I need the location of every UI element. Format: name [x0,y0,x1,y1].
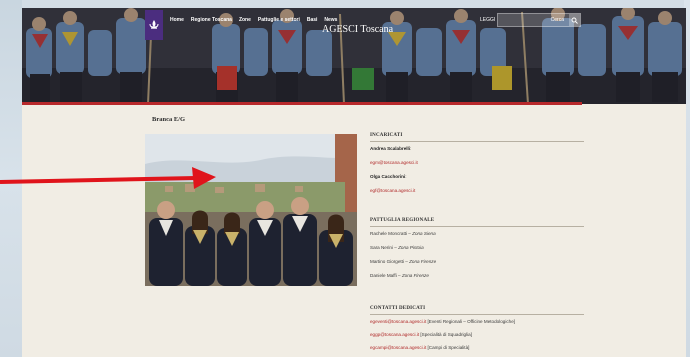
search-box[interactable]: Cerca [497,13,581,27]
person-name: Andrea Scalabrelli: [370,146,412,151]
contact-email-link[interactable]: egcampi@toscana.agesci.it [370,345,426,350]
member-row: Martino Giorgetti – Zona Firenze [370,259,437,264]
incaricati-section: INCARICATI Andrea Scalabrelli: egm@tosca… [370,133,584,194]
hero-photo [22,8,686,104]
contatti-title: CONTATTI DEDICATI [370,306,584,315]
contact-email-link[interactable]: eggp@toscana.agesci.it [370,332,419,337]
person-email-link[interactable]: egm@toscana.agesci.it [370,160,584,166]
contatti-section: CONTATTI DEDICATI egeventi@toscana.agesc… [370,306,584,351]
site-title: AGESCI Toscana [322,24,394,35]
person-name: Olga Cacchorini: [370,174,407,179]
nav-item-basi[interactable]: Basi [307,17,318,23]
search-button[interactable] [569,14,580,26]
group-photo [145,134,357,286]
person-email-link[interactable]: egf@toscana.agesci.it [370,188,584,194]
member-row: Rachele Moncratti – Zona Siena [370,231,436,236]
nav-item-regione-toscana[interactable]: Regione Toscana [191,17,232,23]
fleur-de-lis-icon [149,20,159,29]
language-link[interactable]: LEGGI [480,17,495,23]
contact-row: egeventi@toscana.agesci.it [Eventi Regio… [370,319,516,324]
pattuglia-title: PATTUGLIA REGIONALE [370,218,584,227]
hero-banner: Home Regione Toscana Zone Pattuglie e se… [22,8,686,104]
contact-row: eggp@toscana.agesci.it [Specialità di Sq… [370,332,472,337]
nav-item-home[interactable]: Home [170,17,184,23]
background-left [0,0,22,357]
incaricati-title: INCARICATI [370,133,584,142]
agesci-logo[interactable] [145,10,163,40]
contact-email-link[interactable]: egeventi@toscana.agesci.it [370,319,426,324]
nav-item-news[interactable]: News [324,17,337,23]
search-icon [571,17,578,24]
page-title: Branca E/G [152,116,186,123]
member-row: Daniele Maffi – Zona Firenze [370,273,429,278]
search-input[interactable]: Cerca [551,17,564,23]
nav-item-zone[interactable]: Zone [239,17,251,23]
member-row: Sara Nerini – Zona Pistoia [370,245,424,250]
pattuglia-section: PATTUGLIA REGIONALE Rachele Moncratti – … [370,218,584,279]
main-navigation: Home Regione Toscana Zone Pattuglie e se… [170,17,337,23]
web-page: Home Regione Toscana Zone Pattuglie e se… [22,8,686,357]
contact-row: egcampi@toscana.agesci.it [Campi di Spec… [370,345,470,350]
nav-item-pattuglie-settori[interactable]: Pattuglie e settori [258,17,300,23]
hero-accent-line [22,102,582,105]
